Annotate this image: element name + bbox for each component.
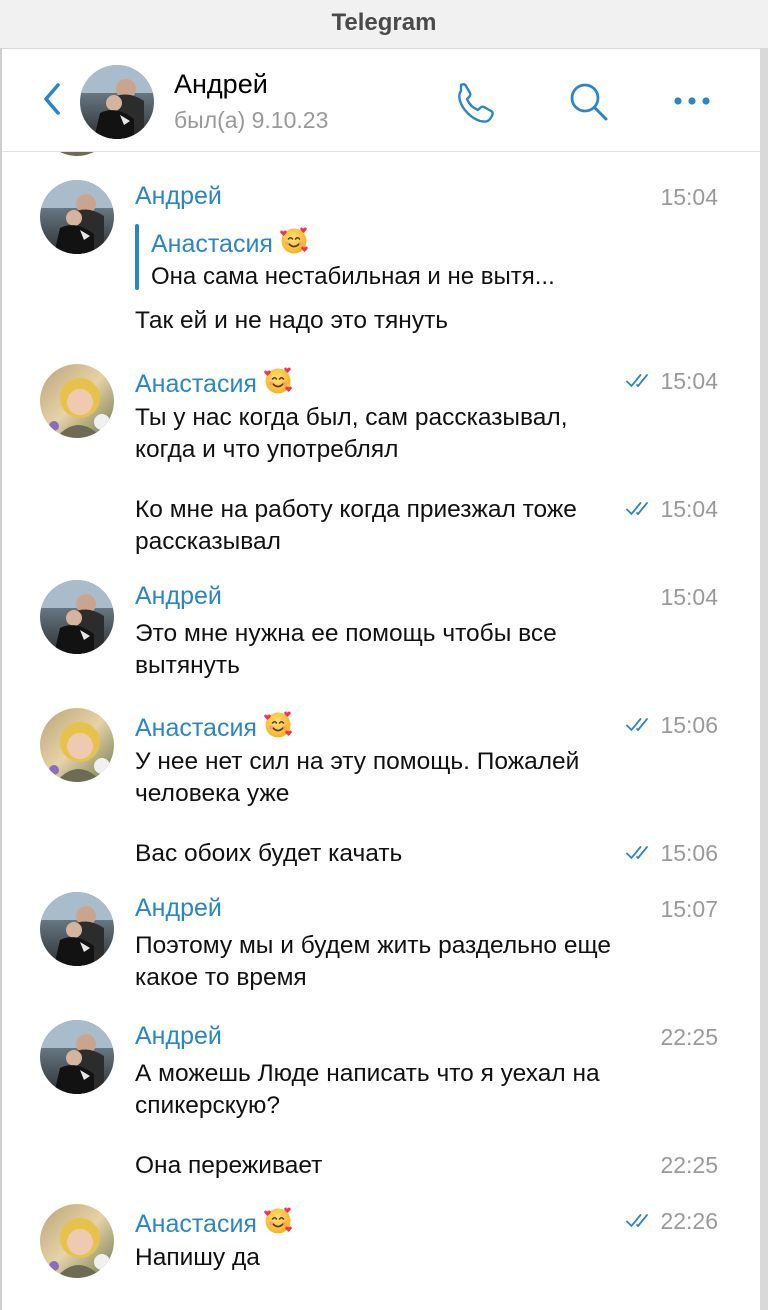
window-title: Telegram <box>0 0 768 49</box>
window-border-right <box>760 48 768 1310</box>
message-text: Напишу да <box>135 1244 260 1271</box>
search-icon[interactable] <box>564 77 612 125</box>
message-time: 15:04 <box>626 496 718 523</box>
message-sender[interactable]: Андрей <box>135 582 222 611</box>
smiling-face-with-hearts-icon <box>263 366 293 396</box>
message-time: 15:06 <box>626 840 718 867</box>
message-sender[interactable]: Анастасия <box>135 366 293 399</box>
message-time: 15:04 <box>660 184 718 210</box>
message-text: Ко мне на работу когда приезжал тоже рас… <box>135 496 577 555</box>
contact-avatar[interactable] <box>80 65 154 139</box>
message-time: 15:07 <box>660 896 718 922</box>
avatar-andrey[interactable] <box>40 580 114 654</box>
message-time: 22:25 <box>660 1024 718 1050</box>
more-dots-icon[interactable] <box>668 77 716 125</box>
phone-icon[interactable] <box>448 77 496 125</box>
message-sender[interactable]: Андрей <box>135 182 222 211</box>
message-text: Это мне нужна ее помощь чтобы все вытяну… <box>135 620 557 679</box>
message-text: Поэтому мы и будем жить раздельно еще ка… <box>135 932 612 991</box>
double-check-icon <box>626 373 656 389</box>
smiling-face-with-hearts-icon <box>263 710 293 740</box>
reply-preview-text[interactable]: Она сама нестабильная и не вытя... <box>151 263 555 291</box>
message-text: Она переживает <box>135 1152 323 1179</box>
avatar-anastasia[interactable] <box>40 708 114 782</box>
avatar-anastasia[interactable] <box>40 152 114 156</box>
message-list[interactable]: Андрей 15:04 Анастасия Она сама нестабил… <box>2 152 760 1310</box>
double-check-icon <box>626 501 656 517</box>
message-time: 22:26 <box>626 1208 718 1235</box>
chat-header: Андрей был(а) 9.10.23 <box>2 49 760 152</box>
smiling-face-with-hearts-icon <box>263 1206 293 1236</box>
message-sender[interactable]: Анастасия <box>135 710 293 743</box>
message-text: А можешь Люде написать что я уехал на сп… <box>135 1060 600 1119</box>
message-text: Вас обоих будет качать <box>135 840 403 867</box>
smiling-face-with-hearts-icon <box>279 226 309 256</box>
avatar-anastasia[interactable] <box>40 1204 114 1278</box>
message-text: Так ей и не надо это тянуть <box>135 307 449 334</box>
contact-name[interactable]: Андрей <box>174 69 268 100</box>
message-time: 22:25 <box>660 1152 718 1178</box>
message-text: Ты у нас когда был, сам рассказывал, ког… <box>135 404 568 463</box>
message-time: 15:04 <box>626 368 718 395</box>
message-time: 15:04 <box>660 584 718 610</box>
double-check-icon <box>626 1213 656 1229</box>
message-sender[interactable]: Андрей <box>135 1022 222 1051</box>
avatar-andrey[interactable] <box>40 180 114 254</box>
avatar-andrey[interactable] <box>40 1020 114 1094</box>
avatar-anastasia[interactable] <box>40 364 114 438</box>
last-seen-status: был(а) 9.10.23 <box>174 107 329 133</box>
message-time: 15:06 <box>626 712 718 739</box>
double-check-icon <box>626 845 656 861</box>
message-text: У нее нет сил на эту помощь. Пожалей чел… <box>135 748 580 807</box>
avatar-andrey[interactable] <box>40 892 114 966</box>
message-sender[interactable]: Анастасия <box>135 1206 293 1239</box>
double-check-icon <box>626 717 656 733</box>
reply-sender[interactable]: Анастасия <box>151 226 309 259</box>
message-sender[interactable]: Андрей <box>135 894 222 923</box>
reply-bar <box>135 224 139 290</box>
chevron-left-icon[interactable] <box>38 79 66 119</box>
